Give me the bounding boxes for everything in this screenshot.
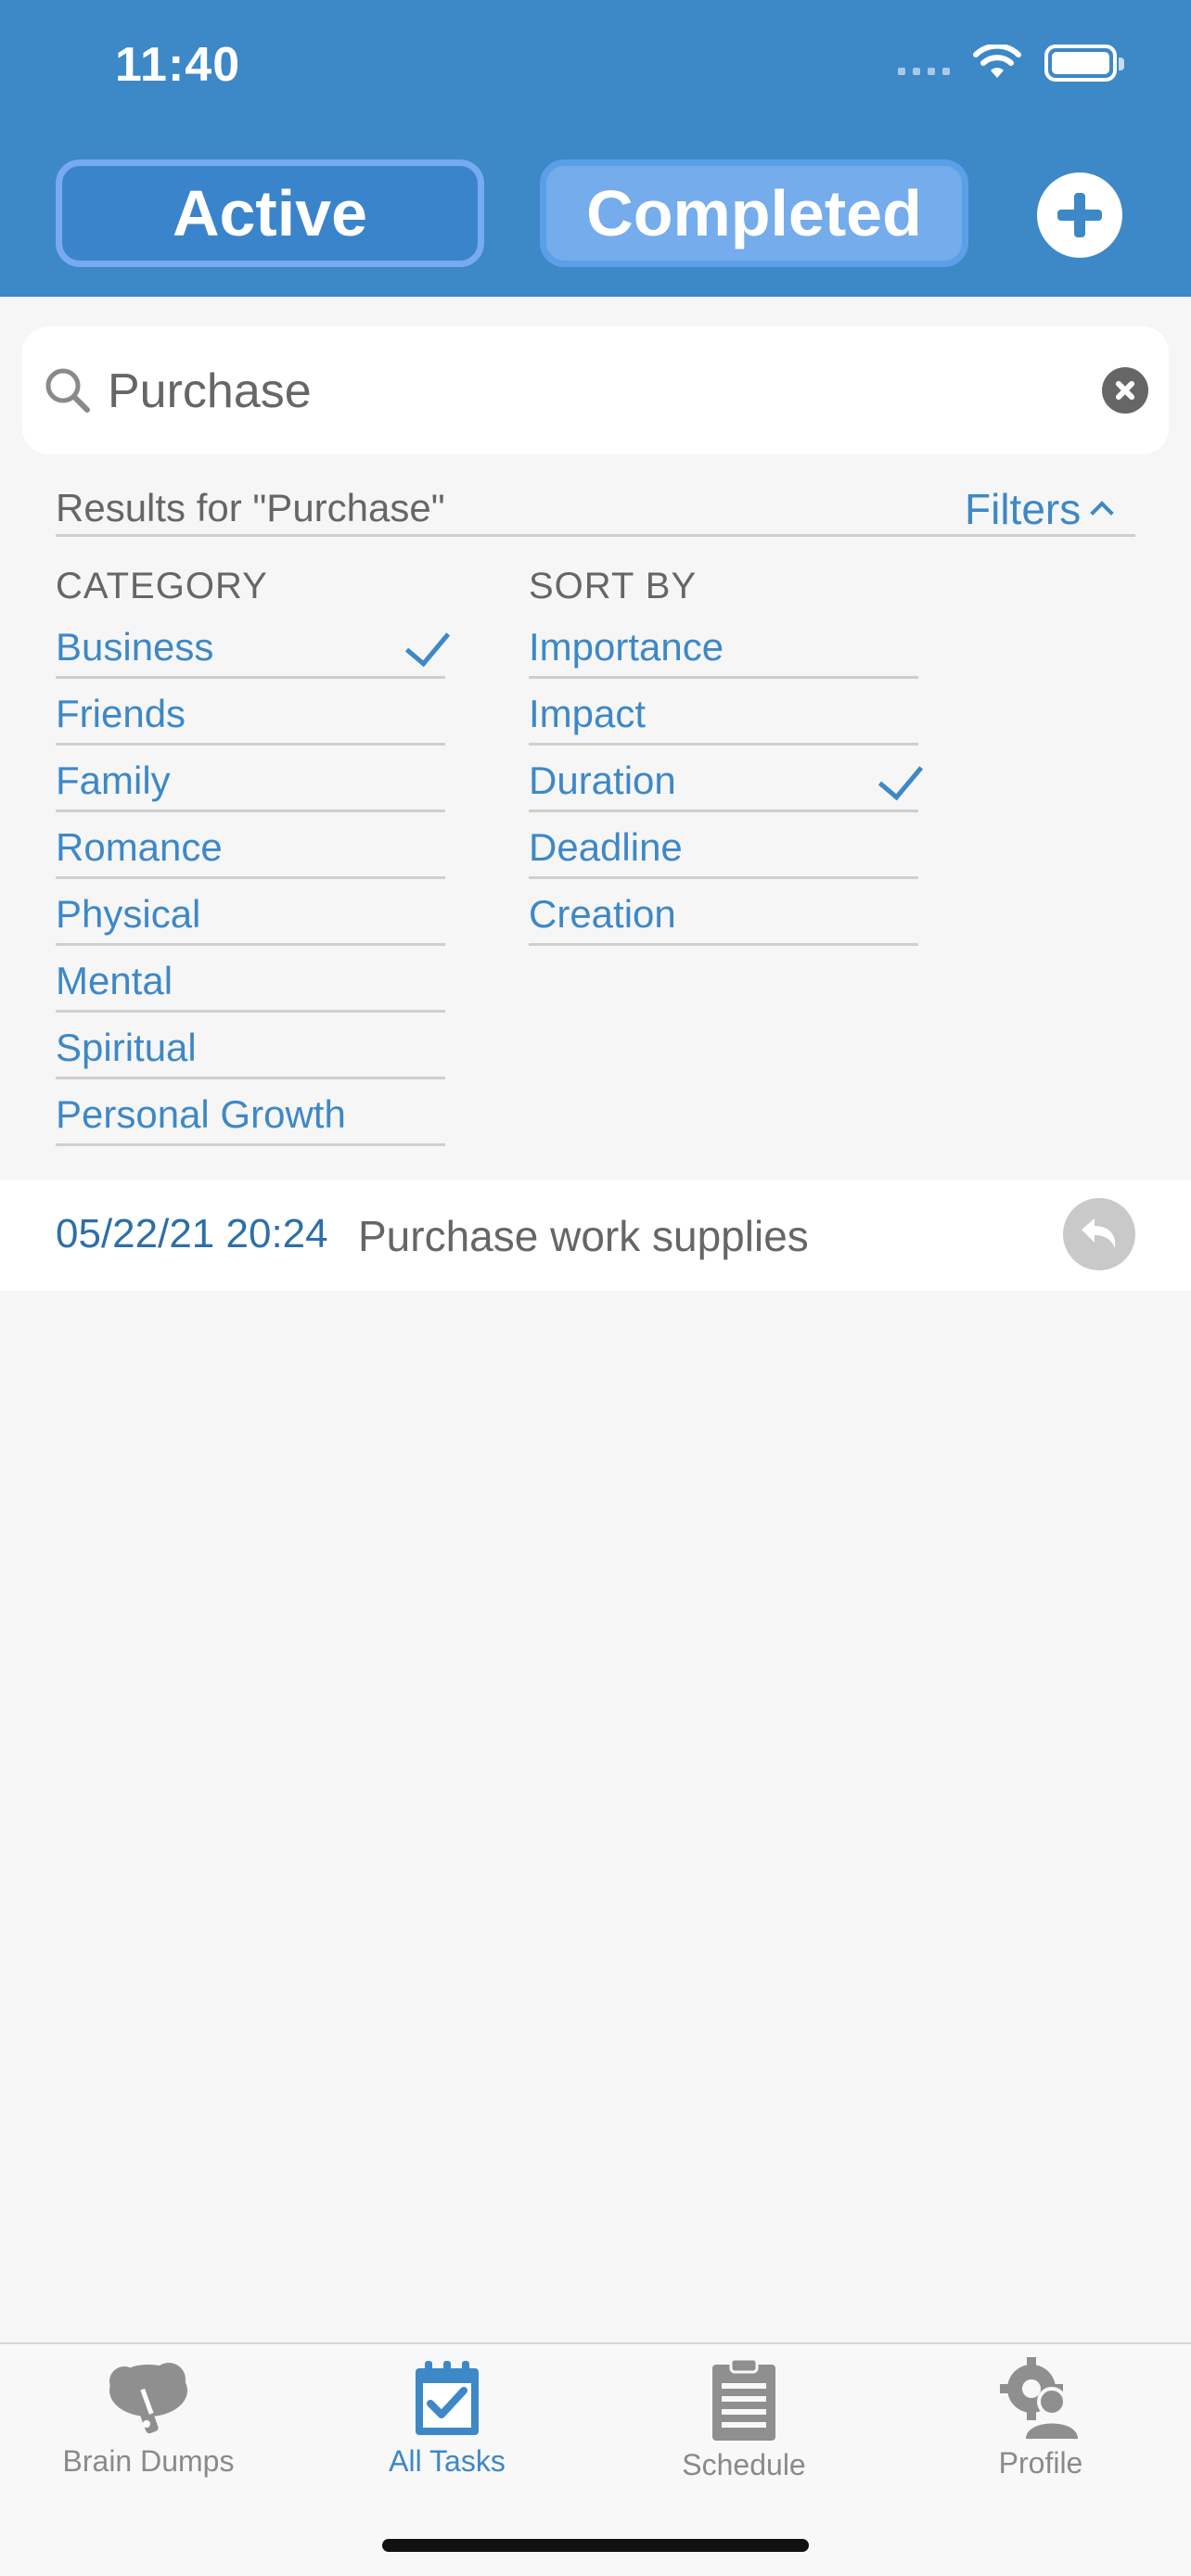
sort-option-impact[interactable]: Impact xyxy=(529,679,918,746)
tab-profile[interactable]: Profile xyxy=(911,2357,1171,2496)
calendar-check-icon xyxy=(416,2361,479,2435)
top-header: 11:40 Active Completed xyxy=(0,0,1191,297)
home-indicator xyxy=(382,2539,809,2552)
divider xyxy=(56,534,1135,537)
sort-option-deadline[interactable]: Deadline xyxy=(529,812,918,879)
battery-icon xyxy=(1044,45,1124,82)
category-option-mental[interactable]: Mental xyxy=(56,946,445,1013)
results-label: Results for "Purchase" xyxy=(56,486,445,529)
option-label: Physical xyxy=(56,892,201,936)
option-label: Family xyxy=(56,759,171,802)
tab-label: Brain Dumps xyxy=(62,2444,235,2478)
restore-task-button[interactable] xyxy=(1063,1198,1135,1270)
signal-icon xyxy=(898,68,950,75)
filters-label: Filters xyxy=(965,485,1082,533)
search-bar xyxy=(22,326,1169,454)
sort-option-creation[interactable]: Creation xyxy=(529,879,918,946)
task-date: 05/22/21 20:24 xyxy=(56,1211,328,1256)
add-task-button[interactable] xyxy=(1037,172,1122,258)
category-option-romance[interactable]: Romance xyxy=(56,812,445,879)
profile-gear-icon xyxy=(1000,2357,1078,2439)
tab-label: All Tasks xyxy=(389,2444,506,2478)
category-option-spiritual[interactable]: Spiritual xyxy=(56,1013,445,1079)
status-icons xyxy=(898,45,1124,82)
tab-schedule[interactable]: Schedule xyxy=(614,2357,874,2496)
search-icon xyxy=(45,368,90,413)
sort-option-duration[interactable]: Duration xyxy=(529,746,924,812)
sort-by-heading: SORT BY xyxy=(529,566,698,606)
option-label: Impact xyxy=(529,692,647,735)
task-row[interactable]: 05/22/21 20:24 Purchase work supplies xyxy=(0,1180,1191,1291)
clear-search-button[interactable] xyxy=(1102,367,1148,414)
tab-brain-dumps[interactable]: Brain Dumps xyxy=(19,2357,278,2496)
option-label: Creation xyxy=(529,892,676,936)
option-label: Personal Growth xyxy=(56,1092,346,1136)
option-label: Importance xyxy=(529,625,724,669)
category-option-business[interactable]: Business xyxy=(56,612,451,679)
tab-all-tasks[interactable]: All Tasks xyxy=(317,2357,577,2496)
tab-completed[interactable]: Completed xyxy=(540,159,968,267)
search-input[interactable] xyxy=(108,358,1035,425)
category-option-friends[interactable]: Friends xyxy=(56,679,445,746)
checkmark-icon xyxy=(877,753,924,801)
option-label: Mental xyxy=(56,959,173,1002)
task-title: Purchase work supplies xyxy=(358,1212,809,1260)
clipboard-icon xyxy=(712,2357,775,2441)
tab-label: Profile xyxy=(998,2446,1083,2480)
tab-active[interactable]: Active xyxy=(56,159,484,267)
category-option-physical[interactable]: Physical xyxy=(56,879,445,946)
category-option-personal-growth[interactable]: Personal Growth xyxy=(56,1079,445,1146)
tab-label: Schedule xyxy=(682,2448,806,2481)
option-label: Spiritual xyxy=(56,1026,197,1069)
option-label: Duration xyxy=(529,759,676,802)
option-label: Business xyxy=(56,625,214,669)
status-time: 11:40 xyxy=(115,38,241,92)
chevron-up-icon xyxy=(1090,501,1114,525)
checkmark-icon xyxy=(404,619,451,668)
category-option-family[interactable]: Family xyxy=(56,746,445,812)
category-heading: CATEGORY xyxy=(56,566,268,606)
brain-icon xyxy=(109,2363,187,2434)
sort-option-importance[interactable]: Importance xyxy=(529,612,918,679)
option-label: Romance xyxy=(56,825,223,869)
wifi-icon xyxy=(973,45,1021,78)
option-label: Friends xyxy=(56,692,186,735)
option-label: Deadline xyxy=(529,825,683,869)
undo-icon xyxy=(1082,1218,1116,1248)
filters-toggle-button[interactable]: Filters xyxy=(965,484,1114,534)
